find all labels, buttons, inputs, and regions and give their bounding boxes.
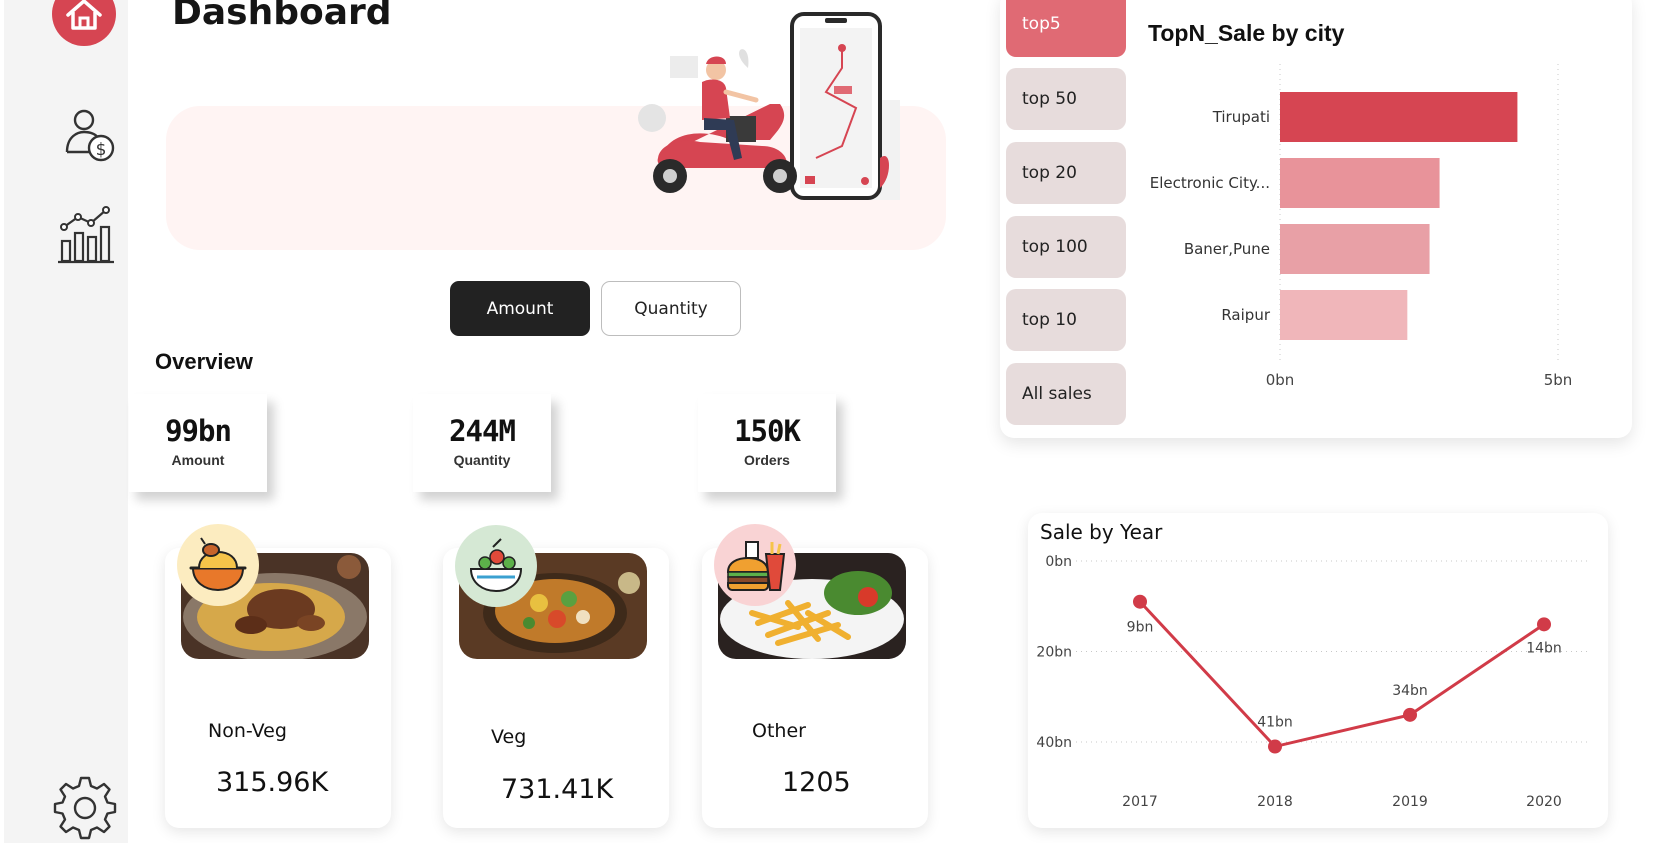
category-value: 315.96K bbox=[216, 767, 329, 798]
kpi-label: Amount bbox=[171, 452, 225, 468]
tick-label: 20bn bbox=[1036, 645, 1072, 661]
data-label: 41bn bbox=[1257, 715, 1293, 731]
x-tick-label: 2017 bbox=[1122, 794, 1158, 810]
amount-toggle-button[interactable]: Amount bbox=[450, 281, 590, 336]
delivery-scooter-illustration bbox=[630, 8, 940, 212]
kpi-label: Orders bbox=[744, 452, 790, 468]
tick-label: 0bn bbox=[1266, 371, 1295, 389]
sale-by-year-line-chart: 0bn 20bn 40bn 9bn 2017 41bn 2018 34bn 2019 14bn 20… bbox=[1028, 540, 1608, 834]
kpi-card-quantity: 244M Quantity bbox=[413, 394, 551, 492]
filter-button-top10[interactable]: top 10 bbox=[1006, 289, 1126, 351]
category-label: Electronic City... bbox=[1150, 174, 1270, 192]
x-tick-label: 2020 bbox=[1526, 794, 1562, 810]
data-label: 34bn bbox=[1392, 683, 1428, 699]
tick-label: 40bn bbox=[1036, 735, 1072, 751]
category-name: Non-Veg bbox=[208, 720, 287, 742]
kpi-value: 150K bbox=[734, 414, 801, 448]
data-point bbox=[1133, 594, 1147, 609]
tick-label: 5bn bbox=[1544, 371, 1573, 389]
x-tick-label: 2018 bbox=[1257, 794, 1293, 810]
bar bbox=[1280, 290, 1408, 340]
filter-button-top50[interactable]: top 50 bbox=[1006, 68, 1126, 130]
page-title: Dashboard bbox=[172, 0, 392, 33]
customer-money-icon[interactable]: $ bbox=[60, 106, 122, 172]
data-point bbox=[1537, 617, 1551, 632]
data-label: 9bn bbox=[1127, 620, 1154, 636]
gear-icon[interactable] bbox=[50, 772, 120, 843]
category-name: Veg bbox=[491, 726, 527, 748]
bar bbox=[1280, 92, 1518, 142]
filter-button-top20[interactable]: top 20 bbox=[1006, 142, 1126, 204]
filter-button-all-sales[interactable]: All sales bbox=[1006, 363, 1126, 425]
kpi-value: 244M bbox=[449, 414, 516, 448]
topn-chart-title: TopN_Sale by city bbox=[1148, 20, 1345, 46]
kpi-label: Quantity bbox=[453, 452, 511, 468]
fast-food-icon bbox=[714, 524, 796, 606]
biryani-bowl-icon bbox=[177, 524, 259, 606]
salad-bowl-icon bbox=[455, 525, 537, 607]
series-line bbox=[1138, 600, 1545, 749]
filter-button-top5[interactable]: top5 bbox=[1006, 0, 1126, 57]
bar bbox=[1280, 224, 1430, 274]
data-point bbox=[1268, 739, 1282, 754]
kpi-card-orders: 150K Orders bbox=[698, 394, 836, 492]
tick-label: 0bn bbox=[1045, 554, 1072, 570]
data-label: 14bn bbox=[1526, 640, 1562, 656]
filter-button-top100[interactable]: top 100 bbox=[1006, 216, 1126, 278]
kpi-value: 99bn bbox=[165, 414, 232, 448]
category-label: Tirupati bbox=[1212, 108, 1270, 126]
category-name: Other bbox=[752, 720, 806, 742]
category-label: Raipur bbox=[1221, 306, 1270, 324]
x-tick-label: 2019 bbox=[1392, 794, 1428, 810]
data-point bbox=[1403, 707, 1417, 722]
overview-heading: Overview bbox=[155, 349, 253, 374]
kpi-card-amount: 99bn Amount bbox=[129, 394, 267, 492]
bar bbox=[1280, 158, 1440, 208]
category-value: 731.41K bbox=[501, 774, 614, 805]
category-value: 1205 bbox=[782, 767, 851, 798]
topn-bar-chart: Tirupati Electronic City... Baner,Pune Raip… bbox=[1148, 60, 1588, 404]
bar-chart-icon[interactable] bbox=[56, 205, 116, 269]
sidebar: $ bbox=[4, 0, 128, 843]
svg-text:$: $ bbox=[96, 140, 107, 160]
quantity-toggle-button[interactable]: Quantity bbox=[601, 281, 741, 336]
category-label: Baner,Pune bbox=[1184, 240, 1270, 258]
home-icon[interactable] bbox=[52, 0, 116, 46]
